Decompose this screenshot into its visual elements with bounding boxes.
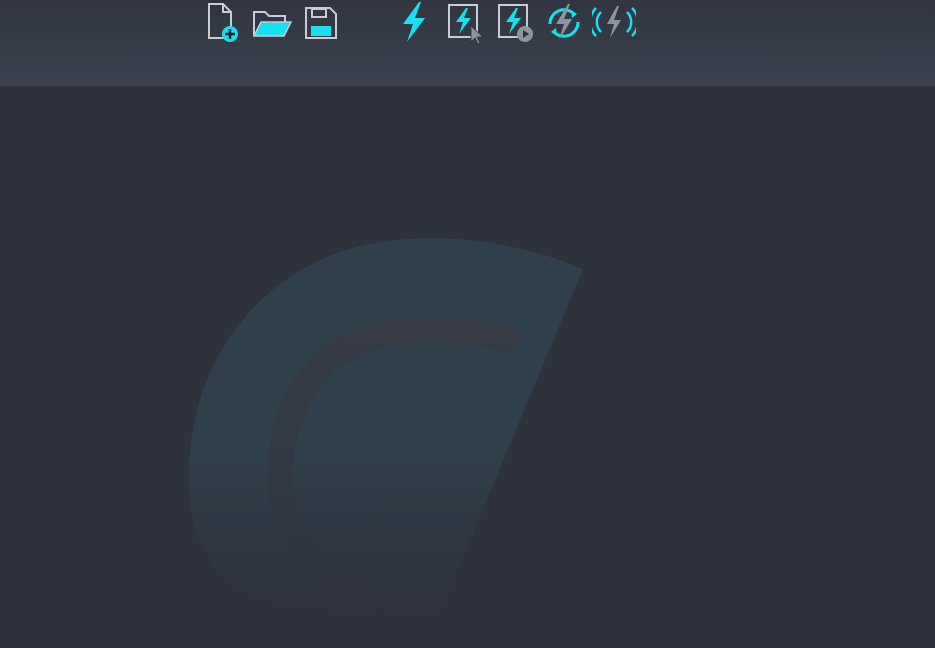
run-button[interactable] [392,0,436,46]
new-file-icon [201,0,241,46]
lightning-icon [392,0,436,46]
lightning-cursor-icon [442,0,486,46]
new-file-button[interactable] [199,0,243,46]
app-logo-watermark [180,230,600,648]
app-window [0,0,935,648]
save-button[interactable] [299,0,343,46]
broadcast-button[interactable] [592,0,636,46]
open-folder-button[interactable] [249,0,293,46]
lightning-refresh-icon [542,0,586,46]
run-play-button[interactable] [492,0,536,46]
save-icon [299,0,343,46]
refresh-run-button[interactable] [542,0,586,46]
lightning-play-icon [492,0,536,46]
open-folder-icon [249,0,293,46]
lightning-broadcast-icon [592,0,636,46]
toolbar [0,0,935,86]
run-selected-button[interactable] [442,0,486,46]
